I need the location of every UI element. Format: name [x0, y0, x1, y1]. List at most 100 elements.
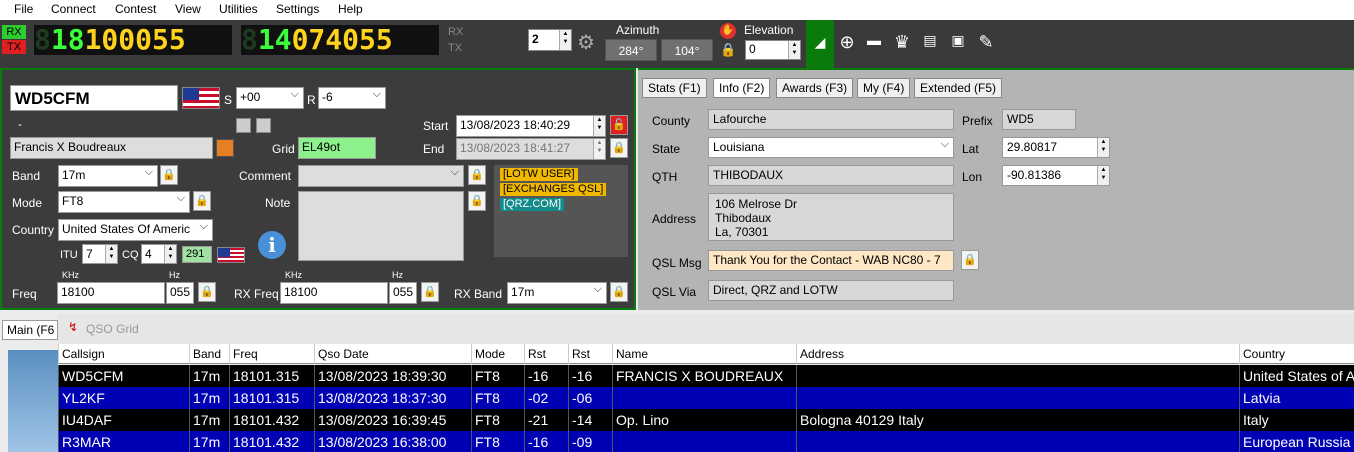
cell-rst-rcvd: -06 — [568, 387, 612, 409]
crown-icon[interactable]: ♛ — [892, 32, 912, 53]
tab-extended[interactable]: Extended (F5) — [914, 78, 1003, 98]
elevation-spinner[interactable]: 0 ▲ ▼ — [745, 40, 801, 60]
vfo-b-display[interactable]: 814074055 — [241, 25, 439, 55]
start-lock-icon[interactable]: 🔓 — [610, 115, 628, 135]
freq-lock-icon[interactable]: 🔒 — [198, 282, 216, 302]
server-icon[interactable]: ▤ — [920, 32, 940, 49]
spinner-arrows-icon[interactable]: ▲ ▼ — [788, 41, 800, 59]
country-select[interactable]: United States Of Americ — [58, 219, 213, 241]
vfo-a-display[interactable]: 818100055 — [34, 25, 232, 55]
mode-lock-icon[interactable]: 🔒 — [193, 191, 211, 211]
rx-freq-hz-input[interactable]: 055 — [389, 282, 417, 304]
freq-khz-input[interactable]: 18100 — [57, 282, 165, 304]
state-select[interactable]: Louisiana — [708, 137, 954, 158]
vfo-b-khz: 074055 — [291, 23, 393, 56]
col-country[interactable]: Country — [1239, 344, 1354, 364]
col-rst-sent[interactable]: Rst — [524, 344, 568, 364]
spinner-arrows-icon[interactable]: ▲ ▼ — [593, 139, 605, 159]
col-rst-rcvd[interactable]: Rst — [568, 344, 612, 364]
lon-input[interactable]: -90.81386 ▲ ▼ — [1002, 165, 1110, 186]
menu-file[interactable]: File — [14, 2, 33, 16]
toggle-box-2[interactable] — [256, 118, 271, 133]
menu-help[interactable]: Help — [338, 2, 363, 16]
county-field[interactable]: Lafourche — [708, 109, 954, 130]
qsl-via-field[interactable]: Direct, QRZ and LOTW — [708, 280, 954, 301]
col-mode[interactable]: Mode — [471, 344, 524, 364]
toggle-box-1[interactable] — [236, 118, 251, 133]
col-band[interactable]: Band — [189, 344, 229, 364]
gear-icon[interactable]: ⚙ — [576, 30, 596, 55]
tab-my[interactable]: My (F4) — [857, 78, 911, 98]
menu-connect[interactable]: Connect — [51, 2, 96, 16]
vfo-a-mhz: 18 — [50, 23, 85, 56]
col-name[interactable]: Name — [612, 344, 796, 364]
globe-icon[interactable]: ⊕ — [837, 32, 857, 53]
menu-settings[interactable]: Settings — [276, 2, 319, 16]
col-callsign[interactable]: Callsign — [58, 344, 189, 364]
band-select[interactable]: 17m — [58, 165, 158, 187]
rst-sent-select[interactable]: +00 — [236, 87, 304, 109]
vfo-select-spinner[interactable]: 2 ▲ ▼ — [528, 29, 572, 51]
itu-spinner[interactable]: 7 ▲ ▼ — [82, 244, 118, 264]
note-lock-icon[interactable]: 🔒 — [468, 191, 486, 211]
tab-awards[interactable]: Awards (F3) — [776, 78, 854, 98]
rx-band-lock-icon[interactable]: 🔒 — [610, 282, 628, 302]
qsl-msg-lock-icon[interactable]: 🔒 — [961, 250, 979, 270]
start-time-input[interactable]: 13/08/2023 18:40:29 ▲ ▼ — [456, 115, 606, 137]
pin-icon[interactable]: ↯ — [68, 320, 78, 334]
qrz-lookup-icon[interactable] — [216, 139, 234, 157]
spinner-arrows-icon[interactable]: ▲ ▼ — [1097, 166, 1109, 185]
dxcc-badge: 291 — [182, 246, 212, 263]
menu-view[interactable]: View — [175, 2, 201, 16]
table-row[interactable]: WD5CFM 17m 18101.315 13/08/2023 18:39:30 FT8… — [58, 365, 1354, 387]
mode-select[interactable]: FT8 — [58, 191, 190, 213]
lock-icon[interactable]: 🔒 — [720, 42, 736, 60]
callsign-input[interactable]: WD5CFM — [10, 85, 178, 111]
freq-hz-input[interactable]: 055 — [166, 282, 194, 304]
col-qso-date[interactable]: Qso Date — [314, 344, 471, 364]
menu-contest[interactable]: Contest — [115, 2, 156, 16]
menu-utilities[interactable]: Utilities — [219, 2, 258, 16]
signal-icon[interactable]: ◢ — [810, 34, 830, 51]
stop-hand-icon[interactable]: ✋ — [720, 23, 736, 39]
address-field[interactable]: 106 Melrose Dr Thibodaux La, 70301 — [708, 193, 954, 241]
col-address[interactable]: Address — [796, 344, 1239, 364]
table-row[interactable]: IU4DAF 17m 18101.432 13/08/2023 16:39:45 FT8… — [58, 409, 1354, 431]
prefix-field[interactable]: WD5 — [1002, 109, 1076, 130]
pen-icon[interactable]: ✎ — [976, 32, 996, 53]
rx-band-select[interactable]: 17m — [507, 282, 607, 304]
spinner-arrows-icon[interactable]: ▲ ▼ — [593, 116, 605, 136]
tab-info[interactable]: Info (F2) — [713, 78, 771, 98]
qsl-msg-field[interactable]: Thank You for the Contact - WAB NC80 - 7 — [708, 250, 954, 271]
note-textarea[interactable] — [298, 191, 464, 261]
cell-country: European Russia — [1239, 431, 1354, 452]
table-row[interactable]: YL2KF 17m 18101.315 13/08/2023 18:37:30 FT8-… — [58, 387, 1354, 409]
cq-spinner[interactable]: 4 ▲ ▼ — [141, 244, 177, 264]
satellite-icon[interactable]: ▬ — [864, 32, 884, 48]
rx-freq-lock-icon[interactable]: 🔒 — [421, 282, 439, 302]
comment-lock-icon[interactable]: 🔒 — [468, 165, 486, 185]
rx-freq-khz-input[interactable]: 18100 — [280, 282, 388, 304]
tab-stats[interactable]: Stats (F1) — [642, 78, 707, 98]
itu-label: ITU — [60, 249, 78, 261]
lat-input[interactable]: 29.80817 ▲ ▼ — [1002, 137, 1110, 158]
spinner-arrows-icon[interactable]: ▲ ▼ — [164, 245, 176, 263]
info-icon[interactable]: i — [258, 231, 286, 259]
radio-icon[interactable]: ▣ — [948, 32, 968, 49]
table-row[interactable]: R3MAR 17m 18101.432 13/08/2023 16:38:00 FT8-… — [58, 431, 1354, 452]
name-input[interactable]: Francis X Boudreaux — [10, 137, 213, 159]
end-time-input[interactable]: 13/08/2023 18:41:27 ▲ ▼ — [456, 138, 606, 160]
col-freq[interactable]: Freq — [229, 344, 314, 364]
qth-field[interactable]: THIBODAUX — [708, 165, 954, 186]
end-lock-icon[interactable]: 🔒 — [610, 138, 628, 158]
grid-input[interactable]: EL49ot — [298, 137, 376, 159]
spinner-arrows-icon[interactable]: ▲ ▼ — [105, 245, 117, 263]
comment-select[interactable] — [298, 165, 464, 187]
band-lock-icon[interactable]: 🔒 — [160, 165, 178, 185]
spinner-arrows-icon[interactable]: ▲ ▼ — [1097, 138, 1109, 157]
cell-date: 13/08/2023 16:39:45 — [314, 409, 471, 431]
spinner-arrows-icon[interactable]: ▲ ▼ — [559, 30, 571, 50]
cell-name — [612, 431, 796, 452]
rst-rcvd-select[interactable]: -6 — [318, 87, 386, 109]
tab-main[interactable]: Main (F6 — [2, 320, 58, 340]
